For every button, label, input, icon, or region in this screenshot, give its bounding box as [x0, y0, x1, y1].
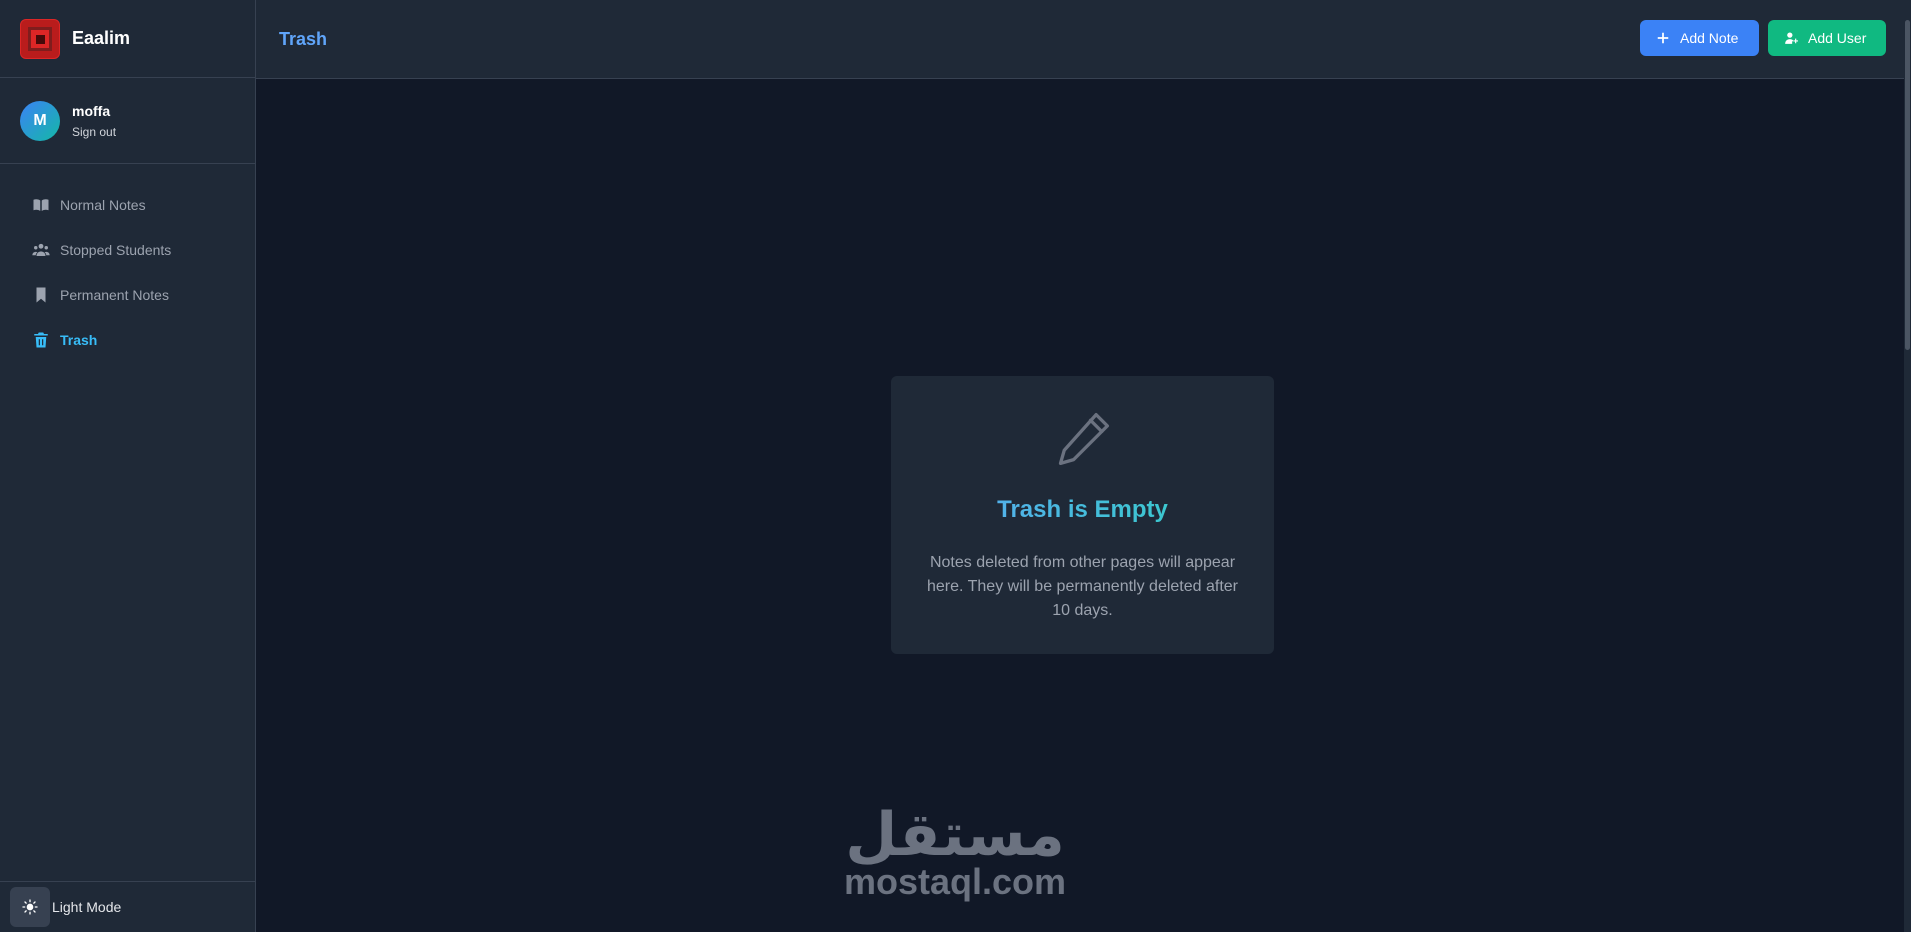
sidebar-item-label: Normal Notes — [60, 196, 146, 213]
add-note-label: Add Note — [1680, 30, 1739, 46]
sidebar: Eaalim M moffa Sign out Normal Notes Sto… — [0, 0, 256, 932]
add-user-button[interactable]: Add User — [1768, 20, 1886, 56]
bookmark-icon — [36, 287, 46, 302]
plus-icon — [1657, 32, 1669, 44]
pencil-icon — [1058, 412, 1109, 466]
header-actions: Add Note Add User — [1640, 20, 1886, 56]
sidebar-item-normal-notes[interactable]: Normal Notes — [0, 182, 255, 227]
page-title: Trash — [279, 28, 328, 49]
brand-logo — [20, 18, 60, 59]
theme-toggle-label[interactable]: Light Mode — [52, 899, 121, 915]
sidebar-nav: Normal Notes Stopped Students Permanent … — [0, 164, 255, 362]
header: Trash Add Note Add User — [256, 0, 1911, 79]
empty-state-icon-wrap — [891, 409, 1274, 474]
sidebar-item-trash[interactable]: Trash — [0, 317, 255, 362]
sidebar-item-label: Trash — [60, 331, 98, 348]
watermark-latin: mostaql.com — [843, 861, 1067, 902]
theme-toggle: Light Mode — [0, 881, 255, 932]
sidebar-item-label: Permanent Notes — [60, 286, 169, 303]
watermark-logo: مستقل mostaql.com — [840, 800, 1070, 900]
user-panel: M moffa Sign out — [0, 78, 255, 164]
scrollbar[interactable] — [1904, 0, 1911, 932]
brand: Eaalim — [0, 0, 255, 78]
sun-icon — [22, 899, 38, 915]
users-icon — [32, 243, 50, 256]
book-open-icon — [33, 198, 49, 211]
user-name: moffa — [72, 102, 111, 119]
sidebar-item-permanent-notes[interactable]: Permanent Notes — [0, 272, 255, 317]
empty-state-description: Notes deleted from other pages will appe… — [927, 554, 1238, 619]
empty-state-title: Trash is Empty — [891, 496, 1274, 524]
sidebar-item-stopped-students[interactable]: Stopped Students — [0, 227, 255, 272]
sign-out-link[interactable]: Sign out — [72, 125, 116, 139]
scrollbar-thumb[interactable] — [1905, 20, 1910, 350]
app-root: Eaalim M moffa Sign out Normal Notes Sto… — [0, 0, 1911, 932]
add-user-label: Add User — [1808, 30, 1867, 46]
avatar: M — [20, 100, 60, 141]
add-note-button[interactable]: Add Note — [1640, 20, 1759, 56]
theme-toggle-button[interactable] — [10, 887, 50, 927]
sidebar-item-label: Stopped Students — [60, 241, 172, 258]
user-plus-icon — [1785, 32, 1798, 44]
brand-name: Eaalim — [72, 28, 131, 48]
trash-icon — [34, 332, 48, 347]
user-info: moffa Sign out — [72, 103, 116, 139]
empty-state-card: Trash is Empty Notes deleted from other … — [891, 376, 1274, 654]
watermark-arabic: مستقل — [845, 801, 1065, 868]
